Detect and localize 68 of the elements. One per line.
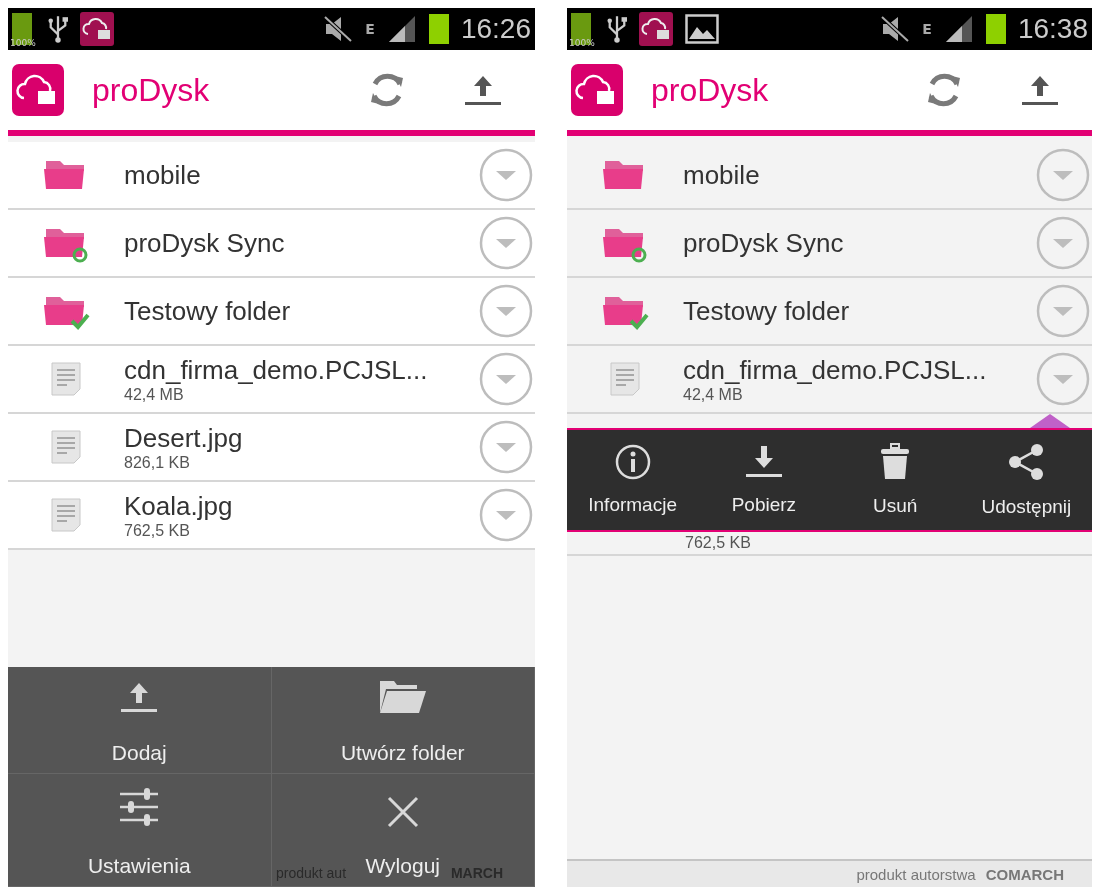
file-size: 762,5 KB	[685, 534, 751, 552]
dropdown-button[interactable]	[479, 216, 533, 270]
mute-icon	[880, 15, 911, 43]
document-icon	[50, 429, 82, 465]
popup-pointer	[1030, 414, 1070, 428]
file-name: Testowy folder	[683, 295, 851, 327]
action-button[interactable]: Informacje	[567, 430, 699, 530]
file-size: 42,4 MB	[683, 385, 744, 404]
battery-icon	[428, 14, 449, 44]
close-icon	[386, 796, 419, 828]
action-button[interactable]: Pobierz	[698, 430, 830, 530]
file-row[interactable]: Testowy folder	[8, 278, 535, 346]
mute-icon	[323, 15, 354, 43]
menu-item[interactable]: Ustawienia	[8, 774, 272, 887]
action-button[interactable]: Usuń	[829, 430, 961, 530]
cloud-folder-icon	[639, 12, 673, 46]
file-name: Testowy folder	[124, 295, 292, 327]
usb-icon	[48, 14, 68, 44]
action-button[interactable]: Udostępnij	[960, 430, 1092, 530]
footer-text: produkt autorstwa	[856, 865, 976, 883]
file-name: proDysk Sync	[683, 227, 845, 259]
file-name: cdn_firma_demo.PCJSL...	[683, 354, 988, 386]
app-title: proDysk	[92, 71, 211, 109]
file-size: 762,5 KB	[124, 521, 191, 540]
file-row[interactable]: Desert.jpg 826,1 KB	[8, 414, 535, 482]
dropdown-button[interactable]	[479, 352, 533, 406]
dropdown-button[interactable]	[1036, 284, 1090, 338]
image-icon	[685, 14, 719, 44]
folder-icon	[377, 679, 428, 715]
network-type: E	[365, 21, 375, 37]
file-size: 42,4 MB	[124, 385, 185, 404]
app-title: proDysk	[651, 71, 770, 109]
app-logo-icon	[12, 64, 64, 116]
menu-item[interactable]: Utwórz folder	[271, 667, 535, 774]
file-size: 826,1 KB	[124, 453, 191, 472]
battery-icon	[985, 14, 1006, 44]
file-row[interactable]: cdn_firma_demo.PCJSL... 42,4 MB	[8, 346, 535, 414]
clock: 16:38	[1017, 13, 1088, 45]
document-icon	[50, 361, 82, 397]
file-name: mobile	[124, 159, 202, 191]
clock: 16:26	[460, 13, 531, 45]
sliders-icon	[118, 786, 161, 828]
file-name: Desert.jpg	[124, 422, 244, 454]
usb-icon	[607, 14, 627, 44]
dropdown-button[interactable]	[1036, 352, 1090, 406]
file-name: Koala.jpg	[124, 490, 234, 522]
file-row[interactable]: Koala.jpg 762,5 KB	[8, 482, 535, 550]
file-row[interactable]: mobile	[8, 142, 535, 210]
dropdown-button[interactable]	[479, 488, 533, 542]
document-icon	[609, 361, 641, 397]
cloud-folder-icon	[80, 12, 114, 46]
download-icon	[743, 444, 784, 480]
menu-item[interactable]: Dodaj	[8, 667, 272, 774]
file-name: cdn_firma_demo.PCJSL...	[124, 354, 429, 386]
file-name: mobile	[683, 159, 761, 191]
file-name: proDysk Sync	[124, 227, 286, 259]
dropdown-button[interactable]	[479, 148, 533, 202]
dropdown-button[interactable]	[479, 420, 533, 474]
file-row[interactable]: proDysk Sync	[8, 210, 535, 278]
network-type: E	[922, 21, 932, 37]
dropdown-button[interactable]	[479, 284, 533, 338]
trash-icon	[880, 443, 911, 481]
footer-brand: COMARCH	[985, 865, 1064, 883]
dropdown-button[interactable]	[1036, 216, 1090, 270]
info-icon	[614, 444, 651, 480]
app-logo-icon	[571, 64, 623, 116]
dropdown-button[interactable]	[1036, 148, 1090, 202]
document-icon	[50, 497, 82, 533]
